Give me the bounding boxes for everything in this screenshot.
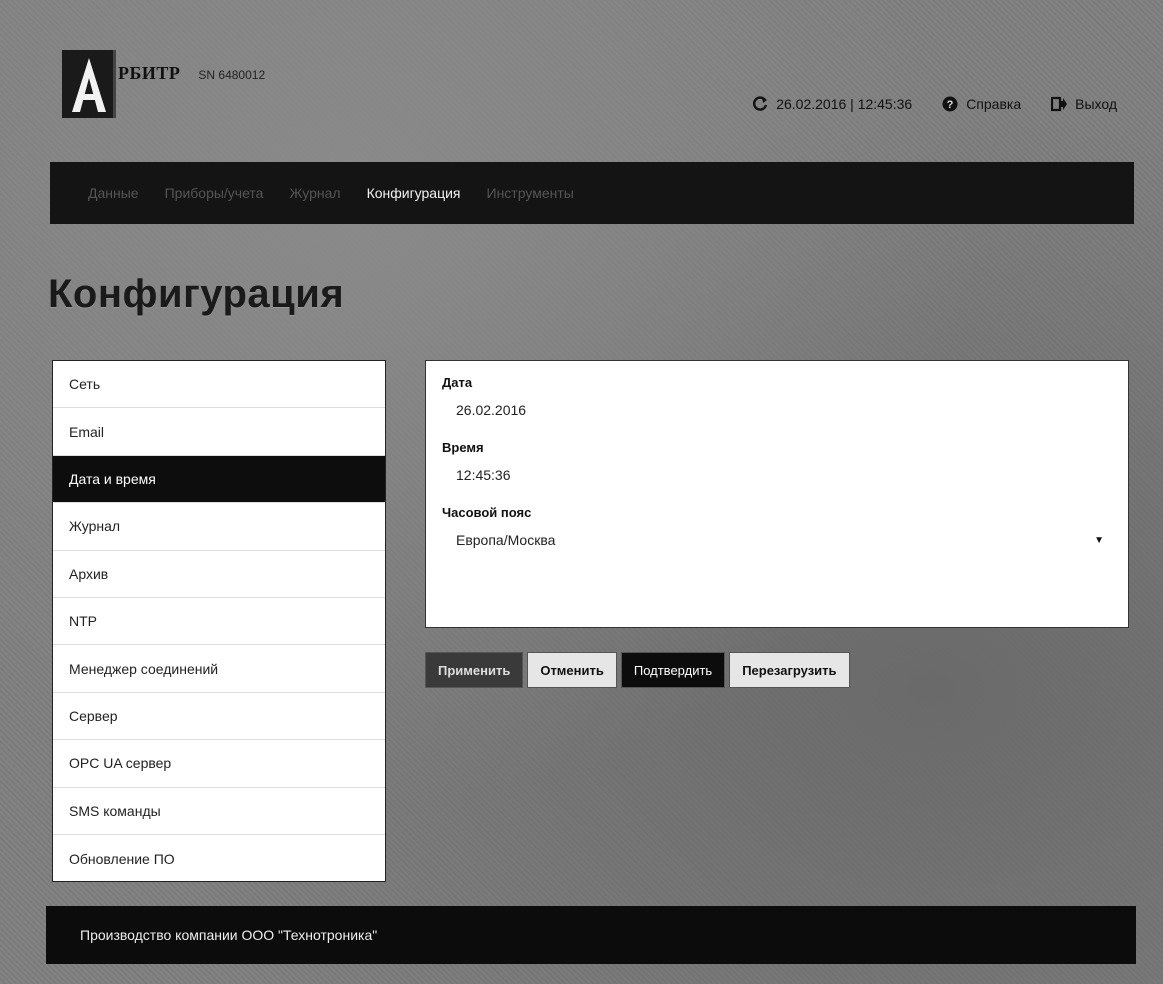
nav-item-journal[interactable]: Журнал	[289, 185, 340, 201]
sidebar-item-journal[interactable]: Журнал	[53, 503, 385, 551]
sidebar-item-server[interactable]: Сервер	[53, 693, 385, 741]
time-label: Время	[442, 440, 484, 455]
nav-item-devices[interactable]: Приборы/учета	[165, 185, 264, 201]
sidebar-item-datetime[interactable]: Дата и время	[53, 455, 385, 504]
cancel-button[interactable]: Отменить	[527, 652, 617, 688]
sidebar-item-network[interactable]: Сеть	[53, 361, 385, 409]
logo-mark-icon	[62, 50, 116, 118]
svg-text:?: ?	[947, 99, 954, 111]
datetime-refresh[interactable]: 26.02.2016 | 12:45:36	[752, 96, 912, 112]
logout-label: Выход	[1075, 96, 1117, 112]
sidebar-item-ntp[interactable]: NTP	[53, 598, 385, 646]
datetime-form: Дата 26.02.2016 Время 12:45:36 Часовой п…	[425, 360, 1129, 628]
config-sidebar: Сеть Email Дата и время Журнал Архив NTP…	[52, 360, 386, 882]
refresh-icon	[753, 96, 768, 111]
sidebar-item-opc-ua-server[interactable]: OPC UA сервер	[53, 740, 385, 788]
help-icon: ?	[942, 96, 958, 112]
nav-item-configuration[interactable]: Конфигурация	[367, 185, 461, 201]
timezone-value: Европа/Москва	[456, 532, 556, 548]
timezone-select[interactable]: Европа/Москва ▼	[442, 532, 1112, 548]
timezone-field-group: Часовой пояс Европа/Москва ▼	[442, 505, 1112, 548]
date-field-group: Дата 26.02.2016	[442, 375, 1112, 432]
serial-number: SN 6480012	[198, 68, 266, 82]
date-input[interactable]: 26.02.2016	[456, 402, 1112, 432]
reload-button[interactable]: Перезагрузить	[729, 652, 850, 688]
page-title: Конфигурация	[48, 272, 345, 316]
confirm-button[interactable]: Подтвердить	[620, 652, 726, 688]
time-field-group: Время 12:45:36	[442, 440, 1112, 497]
current-datetime: 26.02.2016 | 12:45:36	[776, 96, 913, 112]
logout-icon	[1051, 96, 1068, 112]
time-input[interactable]: 12:45:36	[456, 467, 1112, 497]
main-nav: Данные Приборы/учета Журнал Конфигурация…	[50, 162, 1134, 224]
nav-item-tools[interactable]: Инструменты	[487, 185, 574, 201]
date-label: Дата	[442, 375, 473, 390]
form-actions: Применить Отменить Подтвердить Перезагру…	[425, 652, 850, 688]
apply-button[interactable]: Применить	[425, 652, 524, 688]
caret-down-icon: ▼	[1094, 534, 1104, 546]
footer: Производство компании ООО "Технотроника"	[46, 906, 1136, 964]
logo-text: РБИТР	[118, 63, 181, 83]
header: РБИТР SN 6480012 26.02.2016 | 12:45:36 ?…	[0, 0, 1163, 160]
footer-text: Производство компании ООО "Технотроника"	[80, 927, 378, 943]
sidebar-item-connection-manager[interactable]: Менеджер соединений	[53, 645, 385, 693]
help-link[interactable]: ? Справка	[942, 96, 1021, 112]
sidebar-item-archive[interactable]: Архив	[53, 551, 385, 598]
sidebar-item-email[interactable]: Email	[53, 408, 385, 456]
logo[interactable]: РБИТР SN 6480012	[62, 46, 265, 118]
timezone-label: Часовой пояс	[442, 505, 532, 520]
logout-link[interactable]: Выход	[1051, 96, 1117, 112]
sidebar-item-firmware-update[interactable]: Обновление ПО	[53, 835, 385, 882]
sidebar-item-sms-commands[interactable]: SMS команды	[53, 788, 385, 835]
help-label: Справка	[966, 96, 1022, 112]
header-actions: 26.02.2016 | 12:45:36 ? Справка Выход	[752, 96, 1117, 112]
nav-item-data[interactable]: Данные	[88, 185, 139, 201]
